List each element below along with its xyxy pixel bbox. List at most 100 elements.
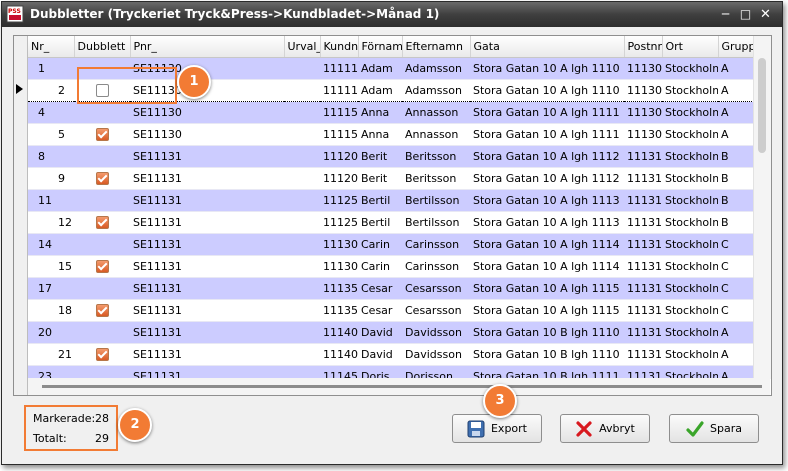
kundnr-cell[interactable]: 11130 <box>320 233 358 256</box>
fornamn-cell[interactable]: Cesar <box>358 299 402 322</box>
column-header[interactable]: Kundnr <box>320 36 359 58</box>
gata-cell[interactable]: Stora Gatan 10 A lgh 1112 <box>470 167 624 190</box>
minimize-icon[interactable]: ─ <box>718 7 733 22</box>
avbryt-button[interactable]: Avbryt <box>560 414 650 443</box>
horizontal-scroll-thumb[interactable] <box>42 385 762 388</box>
efternamn-cell[interactable]: Beritsson <box>402 167 470 190</box>
dubblett-cell[interactable] <box>74 167 130 190</box>
dubblett-checkbox[interactable] <box>95 128 109 142</box>
nr-cell[interactable]: 4 <box>28 101 74 124</box>
nr-cell[interactable]: 21 <box>28 343 74 366</box>
urval-cell[interactable] <box>284 343 320 366</box>
postnr-cell[interactable]: 11130 <box>624 79 662 102</box>
postnr-cell[interactable]: 11130 <box>624 57 662 80</box>
column-header[interactable]: Postnr <box>624 36 663 58</box>
fornamn-cell[interactable]: David <box>358 321 402 344</box>
table-row[interactable]: 15 SE11131 11130 Carin Carinsson Stora Gatan … <box>28 255 768 278</box>
ort-cell[interactable]: Stockholm <box>662 57 718 80</box>
gata-cell[interactable]: Stora Gatan 10 A lgh 1113 <box>470 211 624 234</box>
urval-cell[interactable] <box>284 211 320 234</box>
table-row[interactable]: 8 SE11131 11120 Berit Beritsson Stora Gatan 1… <box>28 145 768 168</box>
ort-cell[interactable]: Stockholm <box>662 343 718 366</box>
efternamn-cell[interactable]: Bertilsson <box>402 189 470 212</box>
gata-cell[interactable]: Stora Gatan 10 A lgh 1113 <box>470 189 624 212</box>
fornamn-cell[interactable]: Adam <box>358 57 402 80</box>
column-header[interactable]: Efternamn <box>402 36 471 58</box>
dubblett-checkbox[interactable] <box>95 216 109 230</box>
postnr-cell[interactable]: 11131 <box>624 145 662 168</box>
gata-cell[interactable]: Stora Gatan 10 A lgh 1111 <box>470 123 624 146</box>
nr-cell[interactable]: 12 <box>28 211 74 234</box>
nr-cell[interactable]: 8 <box>28 145 74 168</box>
postnr-cell[interactable]: 11131 <box>624 321 662 344</box>
table-row[interactable]: 17 SE11131 11135 Cesar Cesarsson Stora Gatan … <box>28 277 768 300</box>
gata-cell[interactable]: Stora Gatan 10 A lgh 1115 <box>470 299 624 322</box>
urval-cell[interactable] <box>284 255 320 278</box>
efternamn-cell[interactable]: Bertilsson <box>402 211 470 234</box>
gata-cell[interactable]: Stora Gatan 10 A lgh 1112 <box>470 145 624 168</box>
dubblett-cell[interactable] <box>74 123 130 146</box>
dubblett-cell[interactable] <box>74 277 130 300</box>
kundnr-cell[interactable]: 11125 <box>320 211 358 234</box>
efternamn-cell[interactable]: Adamsson <box>402 79 470 102</box>
postnr-cell[interactable]: 11131 <box>624 189 662 212</box>
table-row[interactable]: 21 SE11131 11140 David Davidsson Stora Gatan … <box>28 343 768 366</box>
fornamn-cell[interactable]: David <box>358 343 402 366</box>
kundnr-cell[interactable]: 11120 <box>320 167 358 190</box>
pnr-cell[interactable]: SE11131 <box>130 299 284 322</box>
nr-cell[interactable]: 5 <box>28 123 74 146</box>
postnr-cell[interactable]: 11131 <box>624 167 662 190</box>
nr-cell[interactable]: 15 <box>28 255 74 278</box>
efternamn-cell[interactable]: Cesarsson <box>402 277 470 300</box>
dubblett-checkbox[interactable] <box>95 172 109 186</box>
kundnr-cell[interactable]: 11140 <box>320 321 358 344</box>
fornamn-cell[interactable]: Carin <box>358 255 402 278</box>
ort-cell[interactable]: Stockholm <box>662 189 718 212</box>
nr-cell[interactable]: 11 <box>28 189 74 212</box>
close-icon[interactable]: ✕ <box>758 7 773 22</box>
fornamn-cell[interactable]: Anna <box>358 123 402 146</box>
fornamn-cell[interactable]: Bertil <box>358 211 402 234</box>
postnr-cell[interactable]: 11130 <box>624 101 662 124</box>
dubblett-cell[interactable] <box>74 189 130 212</box>
ort-cell[interactable]: Stockholm <box>662 123 718 146</box>
vertical-scroll-thumb[interactable] <box>758 58 766 153</box>
horizontal-scrollbar[interactable] <box>28 378 770 395</box>
pnr-cell[interactable]: SE11131 <box>130 145 284 168</box>
table-row[interactable]: 20 SE11131 11140 David Davidsson Stora Gatan … <box>28 321 768 344</box>
fornamn-cell[interactable]: Berit <box>358 145 402 168</box>
pnr-cell[interactable]: SE11131 <box>130 167 284 190</box>
fornamn-cell[interactable]: Berit <box>358 167 402 190</box>
column-header[interactable]: Förnamn <box>358 36 403 58</box>
dubblett-cell[interactable] <box>74 145 130 168</box>
urval-cell[interactable] <box>284 167 320 190</box>
postnr-cell[interactable]: 11131 <box>624 233 662 256</box>
gata-cell[interactable]: Stora Gatan 10 A lgh 1110 <box>470 57 624 80</box>
nr-cell[interactable]: 9 <box>28 167 74 190</box>
kundnr-cell[interactable]: 11120 <box>320 145 358 168</box>
gata-cell[interactable]: Stora Gatan 10 B lgh 1110 <box>470 343 624 366</box>
urval-cell[interactable] <box>284 299 320 322</box>
efternamn-cell[interactable]: Cesarsson <box>402 299 470 322</box>
urval-cell[interactable] <box>284 57 320 80</box>
nr-cell[interactable]: 1 <box>28 57 74 80</box>
pnr-cell[interactable]: SE11130 <box>130 123 284 146</box>
spara-button[interactable]: Spara <box>669 414 759 443</box>
urval-cell[interactable] <box>284 233 320 256</box>
gata-cell[interactable]: Stora Gatan 10 B lgh 1110 <box>470 321 624 344</box>
kundnr-cell[interactable]: 11115 <box>320 123 358 146</box>
column-header[interactable]: Nr_ <box>28 36 75 58</box>
urval-cell[interactable] <box>284 145 320 168</box>
gata-cell[interactable]: Stora Gatan 10 A lgh 1110 <box>470 79 624 102</box>
kundnr-cell[interactable]: 11111 <box>320 79 358 102</box>
column-header[interactable]: Ort <box>662 36 719 58</box>
urval-cell[interactable] <box>284 79 320 102</box>
urval-cell[interactable] <box>284 321 320 344</box>
pnr-cell[interactable]: SE11130 <box>130 101 284 124</box>
efternamn-cell[interactable]: Beritsson <box>402 145 470 168</box>
kundnr-cell[interactable]: 11111 <box>320 57 358 80</box>
column-header[interactable]: Dubblett <box>74 36 131 58</box>
kundnr-cell[interactable]: 11115 <box>320 101 358 124</box>
pnr-cell[interactable]: SE11131 <box>130 255 284 278</box>
efternamn-cell[interactable]: Carinsson <box>402 233 470 256</box>
